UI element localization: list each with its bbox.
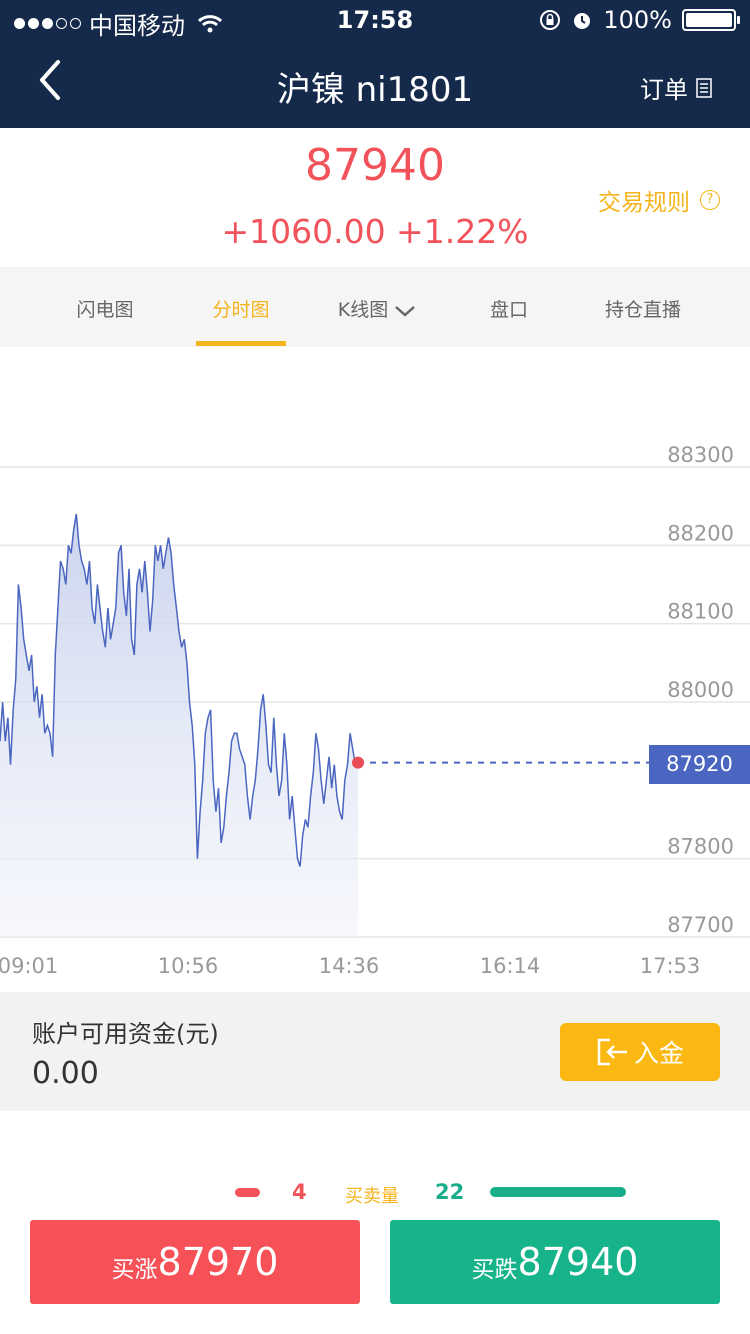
x-tick-label: 09:01 — [0, 954, 58, 978]
battery-percent: 100% — [603, 6, 672, 34]
y-tick-label: 88100 — [667, 600, 734, 624]
tab-label: 分时图 — [212, 299, 270, 321]
y-tick-label: 87700 — [667, 913, 734, 937]
alarm-icon — [574, 13, 591, 29]
tab-label: 持仓直播 — [604, 299, 681, 321]
current-price-tag: 87920 — [649, 745, 750, 784]
available-funds-label: 账户可用资金(元) — [32, 1020, 219, 1048]
deposit-button[interactable]: 入金 — [560, 1023, 720, 1081]
page-title: 沪镍 ni1801 — [276, 70, 474, 110]
y-tick-label: 87800 — [667, 835, 734, 859]
current-price-dot — [352, 756, 364, 769]
buy-down-button[interactable]: 买跌 87940 — [390, 1220, 720, 1304]
y-tick-label: 88300 — [667, 443, 734, 467]
time-sharing-chart[interactable]: 88300 88200 88100 88000 87800 87700 09:01 10:5… — [0, 347, 750, 987]
tab-position-live[interactable]: 持仓直播 — [568, 295, 718, 322]
tab-order-book[interactable]: 盘口 — [434, 295, 584, 322]
x-tick-label: 10:56 — [158, 954, 219, 978]
orders-label: 订单 — [640, 76, 688, 104]
price-change: +1060.00 +1.22% — [221, 212, 529, 251]
x-tick-label: 14:36 — [319, 954, 380, 978]
tab-kline[interactable]: K线图 — [302, 295, 452, 322]
battery-icon — [682, 9, 740, 31]
tab-label: 闪电图 — [76, 299, 134, 321]
tab-time-sharing[interactable]: 分时图 — [166, 295, 316, 322]
x-tick-label: 16:14 — [480, 954, 541, 978]
deposit-icon — [597, 1038, 627, 1066]
help-icon: ? — [700, 190, 720, 210]
available-funds-value: 0.00 — [32, 1056, 99, 1091]
sell-volume-bar — [490, 1187, 626, 1197]
tab-lightning-chart[interactable]: 闪电图 — [30, 295, 180, 322]
funds-panel: 账户可用资金(元) 0.00 入金 — [0, 992, 750, 1111]
sell-volume-count: 22 — [435, 1180, 465, 1204]
chevron-down-icon — [395, 305, 416, 317]
trading-rules-label: 交易规则 — [598, 190, 690, 216]
chart-tabs: 闪电图 分时图 K线图 盘口 持仓直播 — [0, 267, 750, 347]
status-bar: 中国移动 17:58 100% — [0, 0, 750, 40]
document-icon — [696, 77, 712, 98]
status-right: 100% — [539, 6, 740, 34]
y-tick-label: 88200 — [667, 521, 734, 545]
y-tick-label: 88000 — [667, 678, 734, 702]
buy-down-label: 买跌 — [471, 1257, 518, 1283]
buy-up-price: 87970 — [157, 1240, 279, 1284]
active-tab-indicator — [196, 341, 286, 346]
buy-volume-bar — [235, 1188, 260, 1197]
x-tick-label: 17:53 — [640, 954, 701, 978]
trading-rules-link[interactable]: 交易规则 ? — [598, 183, 720, 217]
orders-button[interactable]: 订单 — [640, 70, 712, 105]
buy-volume-count: 4 — [292, 1180, 307, 1204]
volume-label: 买卖量 — [345, 1186, 399, 1207]
buy-down-price: 87940 — [517, 1240, 639, 1284]
deposit-label: 入金 — [633, 1039, 684, 1068]
rotation-lock-icon — [540, 10, 561, 30]
buy-up-button[interactable]: 买涨 87970 — [30, 1220, 360, 1304]
buy-up-label: 买涨 — [111, 1257, 158, 1283]
tab-label: 盘口 — [489, 299, 528, 321]
tab-label: K线图 — [337, 299, 389, 321]
